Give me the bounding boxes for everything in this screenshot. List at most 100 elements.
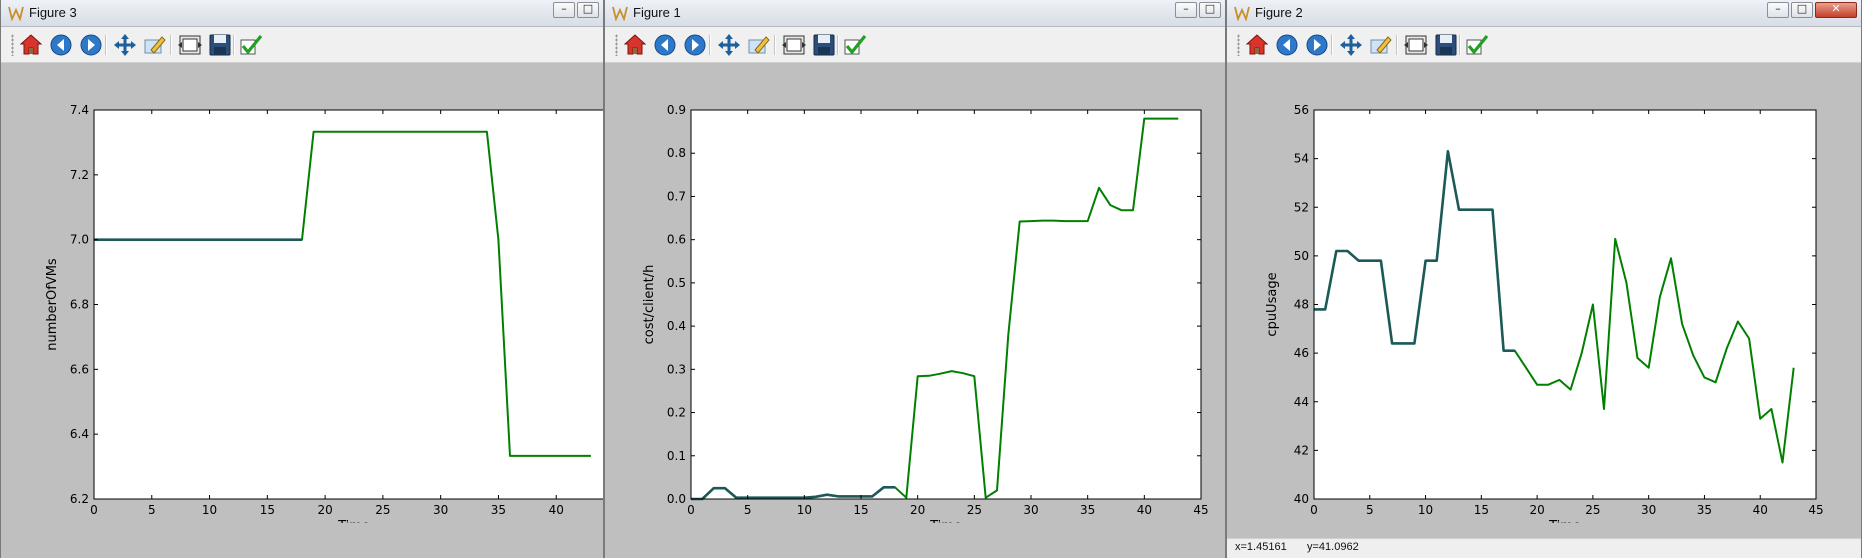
x-tick-label: 45 bbox=[1193, 503, 1208, 517]
x-axis-label: Time bbox=[1548, 519, 1581, 523]
subplots-button[interactable] bbox=[781, 32, 807, 58]
back-button[interactable] bbox=[1274, 32, 1300, 58]
minimize-button[interactable]: – bbox=[1767, 2, 1789, 18]
y-tick-label: 44 bbox=[1294, 395, 1309, 409]
zoom-icon bbox=[142, 32, 168, 58]
figure-window-fig1[interactable]: Figure 1– □ 0 5 10 15 20 25 30 35 40 45 0.0 0.1 0.2 0.3… bbox=[604, 0, 1226, 558]
minimize-icon: – bbox=[561, 2, 567, 15]
status-bar: x=1.45161 y=41.0962 bbox=[1227, 538, 1861, 558]
x-tick-label: 25 bbox=[1585, 503, 1600, 517]
y-tick-label: 46 bbox=[1294, 346, 1309, 360]
title-bar[interactable]: Figure 3– □ bbox=[1, 0, 603, 27]
forward-icon bbox=[682, 32, 708, 58]
y-tick-label: 0.6 bbox=[667, 233, 686, 247]
zoom-icon bbox=[1368, 32, 1394, 58]
toolbar-grip[interactable] bbox=[1237, 34, 1240, 56]
save-button[interactable] bbox=[207, 32, 233, 58]
maximize-button[interactable]: □ bbox=[1199, 2, 1221, 18]
x-tick-label: 10 bbox=[797, 503, 812, 517]
toolbar-separator bbox=[774, 35, 776, 55]
zoom-button[interactable] bbox=[746, 32, 772, 58]
x-tick-label: 15 bbox=[853, 503, 868, 517]
figure-window-fig3[interactable]: Figure 3–□0510152025303540456.26.46.66.8… bbox=[0, 0, 604, 558]
pan-button[interactable] bbox=[716, 32, 742, 58]
y-tick-label: 0.9 bbox=[667, 103, 686, 117]
edit-icon bbox=[842, 32, 868, 58]
y-tick-label: 0.2 bbox=[667, 406, 686, 420]
x-tick-label: 10 bbox=[202, 503, 217, 517]
y-tick-label: 0.7 bbox=[667, 189, 686, 203]
title-bar[interactable]: Figure 1 – □ bbox=[605, 0, 1225, 27]
window-controls: – □ bbox=[1175, 2, 1221, 20]
forward-button[interactable] bbox=[1304, 32, 1330, 58]
minimize-button[interactable]: – bbox=[553, 2, 575, 18]
navigation-toolbar bbox=[1227, 27, 1861, 63]
minimize-icon: – bbox=[1183, 2, 1189, 15]
figure-canvas[interactable]: 0 5 10 15 20 25 30 35 40 45 40 42 44 46 48 50 52 54 56 Time… bbox=[1227, 63, 1861, 558]
x-tick-label: 5 bbox=[148, 503, 156, 517]
zoom-button[interactable] bbox=[1368, 32, 1394, 58]
maximize-button[interactable]: □ bbox=[577, 2, 599, 18]
back-icon bbox=[48, 32, 74, 58]
home-icon bbox=[18, 32, 44, 58]
chart-fig1: 0 5 10 15 20 25 30 35 40 45 0.0 0.1 0.2 0.3 0.4 0.5 0.6 0… bbox=[642, 103, 1209, 523]
save-button[interactable] bbox=[811, 32, 837, 58]
forward-button[interactable] bbox=[78, 32, 104, 58]
edit-button[interactable] bbox=[1464, 32, 1490, 58]
figure-canvas[interactable]: 0 5 10 15 20 25 30 35 40 45 0.0 0.1 0.2 0.3 0.4 0.5 0.6 0… bbox=[605, 63, 1225, 558]
forward-icon bbox=[78, 32, 104, 58]
edit-button[interactable] bbox=[842, 32, 868, 58]
minimize-button[interactable]: – bbox=[1175, 2, 1197, 18]
y-tick-label: 7.2 bbox=[70, 168, 89, 182]
home-button[interactable] bbox=[1244, 32, 1270, 58]
back-button[interactable] bbox=[48, 32, 74, 58]
save-button[interactable] bbox=[1433, 32, 1459, 58]
axes-background bbox=[1314, 110, 1816, 499]
title-bar[interactable]: Figure 2 – □ ✕ bbox=[1227, 0, 1861, 27]
toolbar-separator bbox=[105, 35, 107, 55]
maximize-icon: □ bbox=[1796, 2, 1808, 15]
home-button[interactable] bbox=[622, 32, 648, 58]
x-tick-label: 30 bbox=[1641, 503, 1656, 517]
figure-window-fig2[interactable]: Figure 2 – □ ✕ 0 5 10 15 20 25 30 35 40 45 40 42 44 46 48 5… bbox=[1226, 0, 1862, 558]
y-tick-label: 52 bbox=[1294, 200, 1309, 214]
close-button[interactable]: ✕ bbox=[1815, 2, 1857, 18]
y-tick-label: 6.4 bbox=[70, 427, 89, 441]
forward-button[interactable] bbox=[682, 32, 708, 58]
subplots-icon bbox=[177, 32, 203, 58]
pan-icon bbox=[716, 32, 742, 58]
toolbar-separator bbox=[837, 35, 839, 55]
x-tick-label: 15 bbox=[1474, 503, 1489, 517]
window-title: Figure 1 bbox=[633, 5, 681, 20]
home-button[interactable] bbox=[18, 32, 44, 58]
maximize-button[interactable]: □ bbox=[1791, 2, 1813, 18]
x-tick-label: 0 bbox=[1310, 503, 1318, 517]
cursor-x-readout: x=1.45161 bbox=[1235, 541, 1287, 553]
x-tick-label: 15 bbox=[260, 503, 275, 517]
pan-button[interactable] bbox=[1338, 32, 1364, 58]
toolbar-grip[interactable] bbox=[11, 34, 14, 56]
y-tick-label: 40 bbox=[1294, 492, 1309, 506]
figure-canvas[interactable]: 0510152025303540456.26.46.66.87.07.27.4T… bbox=[1, 63, 603, 558]
x-axis-label: Time bbox=[929, 519, 962, 523]
window-controls: – □ ✕ bbox=[1767, 2, 1857, 20]
subplots-button[interactable] bbox=[1403, 32, 1429, 58]
app-icon bbox=[8, 5, 24, 22]
edit-button[interactable] bbox=[238, 32, 264, 58]
home-icon bbox=[622, 32, 648, 58]
back-button[interactable] bbox=[652, 32, 678, 58]
pan-button[interactable] bbox=[112, 32, 138, 58]
toolbar-separator bbox=[709, 35, 711, 55]
subplots-button[interactable] bbox=[177, 32, 203, 58]
app-icon bbox=[1234, 5, 1250, 22]
navigation-toolbar bbox=[1, 27, 603, 63]
x-tick-label: 5 bbox=[744, 503, 752, 517]
x-tick-label: 35 bbox=[1080, 503, 1095, 517]
y-tick-label: 0.0 bbox=[667, 492, 686, 506]
x-tick-label: 35 bbox=[491, 503, 506, 517]
zoom-button[interactable] bbox=[142, 32, 168, 58]
x-tick-label: 40 bbox=[549, 503, 564, 517]
toolbar-separator bbox=[1396, 35, 1398, 55]
x-tick-label: 35 bbox=[1697, 503, 1712, 517]
toolbar-grip[interactable] bbox=[615, 34, 618, 56]
